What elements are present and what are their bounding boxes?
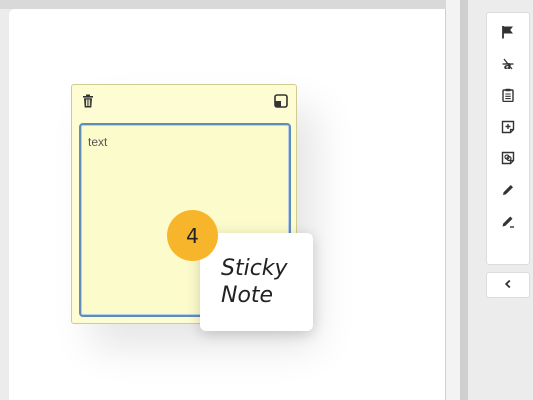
sticky-note-header[interactable] — [72, 85, 296, 117]
callout-text: Sticky Note — [221, 255, 307, 309]
callout-line-2: Note — [221, 283, 274, 308]
link-note-icon[interactable] — [495, 145, 521, 171]
minimize-icon[interactable] — [274, 94, 288, 108]
panel-splitter[interactable] — [460, 0, 468, 400]
trash-icon[interactable] — [81, 94, 95, 108]
edit-pencil-icon[interactable] — [495, 208, 521, 234]
callout-line-1: Sticky — [221, 256, 288, 281]
annotation-toolbar: a — [486, 12, 530, 265]
clipboard-icon[interactable] — [495, 82, 521, 108]
chevron-left-icon — [503, 276, 513, 294]
flag-icon[interactable] — [495, 19, 521, 45]
add-note-icon[interactable] — [495, 114, 521, 140]
strikeout-icon[interactable]: a — [495, 51, 521, 77]
collapse-toolbar-button[interactable] — [486, 272, 530, 298]
step-number-badge: 4 — [167, 210, 218, 261]
panel-gutter — [446, 0, 460, 400]
pencil-icon[interactable] — [495, 177, 521, 203]
step-callout: Sticky Note — [200, 233, 313, 331]
